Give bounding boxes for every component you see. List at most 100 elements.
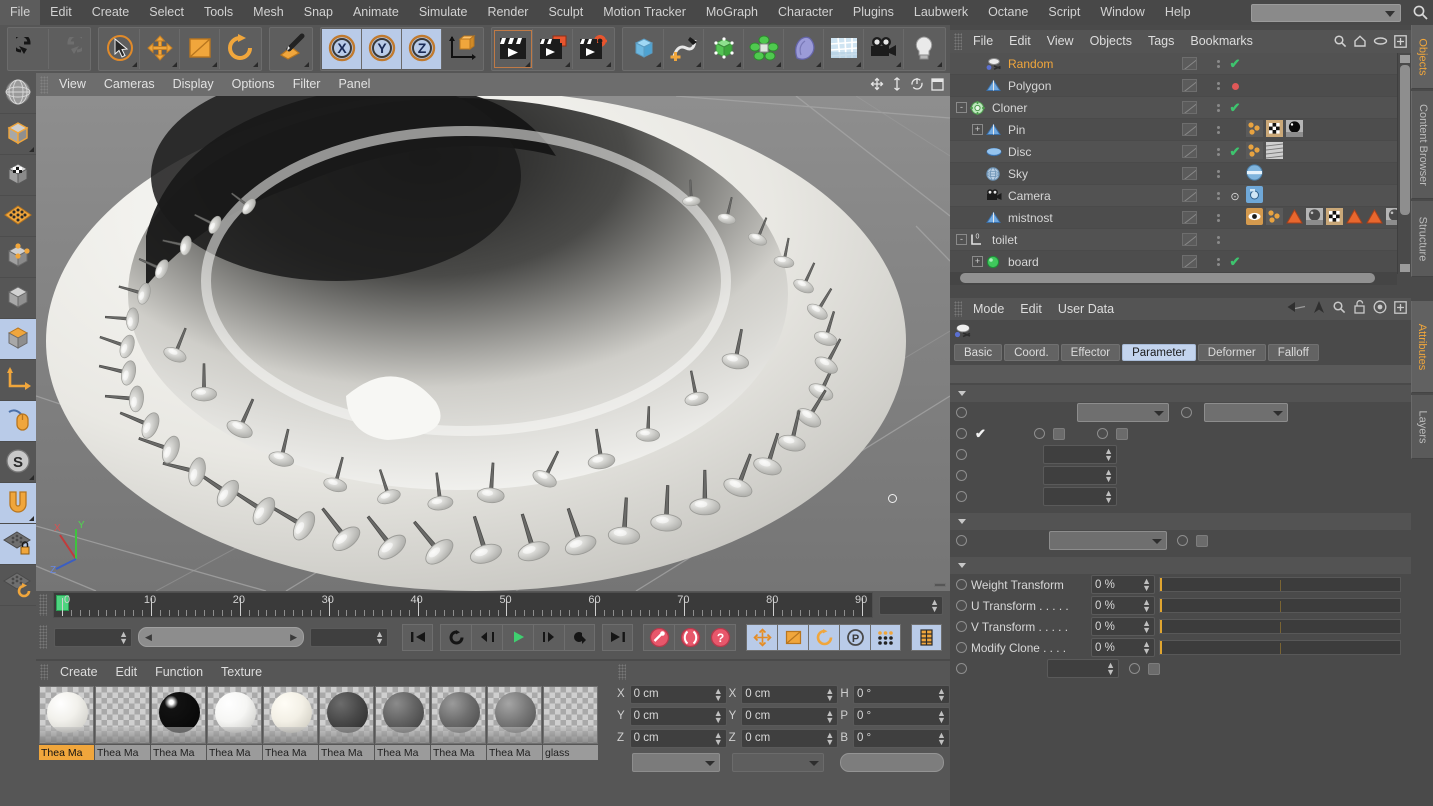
scroll-down-arrow-icon[interactable] <box>1400 264 1410 272</box>
move-tool[interactable] <box>140 29 180 69</box>
tag-eye-icon[interactable] <box>1246 207 1263 228</box>
size-field[interactable]: 0 cm ▲ ▼ <box>741 728 839 748</box>
target-icon[interactable]: ⊙ <box>1230 191 1239 203</box>
object-state[interactable]: ⊙ <box>1226 189 1244 203</box>
slider-value-field[interactable]: 0 % ▲ ▼ <box>1091 638 1155 657</box>
material-preview[interactable] <box>263 686 318 744</box>
dot-render[interactable] <box>1216 130 1220 134</box>
dot-render[interactable] <box>1216 174 1220 178</box>
object-name[interactable]: toilet <box>992 233 1017 247</box>
range-right-arrow-icon[interactable]: ▶ <box>290 632 297 643</box>
visibility-dots[interactable] <box>1212 124 1224 136</box>
dot-editor[interactable] <box>1216 213 1220 217</box>
transform-group-header[interactable] <box>950 385 1411 402</box>
visibility-dots[interactable] <box>1212 58 1224 70</box>
tag-camera-tag-icon[interactable] <box>1246 185 1263 206</box>
expand-corner-icon[interactable] <box>656 62 661 67</box>
axis-modify-button[interactable] <box>0 360 36 401</box>
link-icon[interactable] <box>1373 35 1388 50</box>
slider-value-field[interactable]: 0 % ▲ ▼ <box>1091 575 1155 594</box>
visibility-dots[interactable] <box>1212 256 1224 268</box>
tag-tri-icon[interactable] <box>1366 208 1383 228</box>
slider-track[interactable] <box>1159 577 1401 592</box>
range-left-arrow-icon[interactable]: ◀ <box>145 632 152 643</box>
visibility-column[interactable] <box>1182 123 1208 136</box>
tag-orange-dots-icon[interactable] <box>1266 207 1283 228</box>
scale-checkbox[interactable] <box>1052 427 1065 440</box>
slider-track[interactable] <box>1159 598 1401 613</box>
object-menu-file[interactable]: File <box>965 30 1001 53</box>
menu-render[interactable]: Render <box>477 0 538 25</box>
render-settings-button[interactable] <box>573 29 613 69</box>
layout-dropdown[interactable] <box>1250 3 1401 22</box>
viewport-menu-options[interactable]: Options <box>223 73 284 96</box>
stepper-icon[interactable]: ▲ ▼ <box>937 686 946 702</box>
menu-plugins[interactable]: Plugins <box>843 0 904 25</box>
position-x-field[interactable]: ▲ ▼ <box>1043 445 1117 464</box>
material-name[interactable]: glass <box>543 745 598 760</box>
color-mode-dropdown[interactable] <box>1049 531 1167 550</box>
timeline-window-button[interactable] <box>911 623 942 651</box>
dot-editor[interactable] <box>1216 147 1220 151</box>
scale-key-button[interactable] <box>777 623 808 651</box>
stepper-icon[interactable]: ▲ ▼ <box>1104 447 1113 463</box>
stepper-icon[interactable]: ▲ ▼ <box>1142 619 1151 635</box>
position-radio[interactable] <box>956 428 967 439</box>
enable-snap-button[interactable] <box>0 401 36 442</box>
rotation-key-button[interactable] <box>808 623 839 651</box>
rotation-field[interactable]: 0 ° ▲ ▼ <box>852 684 950 704</box>
polygons-mode-button[interactable] <box>0 278 36 319</box>
maximize-icon[interactable] <box>931 77 944 94</box>
other-group-header[interactable] <box>950 557 1411 574</box>
tag-sphere-icon[interactable] <box>1386 207 1397 228</box>
nurbs-button[interactable] <box>704 29 744 69</box>
visibility-column[interactable] <box>1182 189 1208 202</box>
transform-space-dropdown[interactable] <box>1204 403 1288 422</box>
slider-track[interactable] <box>1159 640 1401 655</box>
start-frame-field[interactable]: ▲ ▼ <box>54 627 132 647</box>
visibility-dots[interactable] <box>1212 102 1224 114</box>
material-preview[interactable] <box>543 686 598 744</box>
rotate-tool[interactable] <box>220 29 260 69</box>
menu-laubwerk[interactable]: Laubwerk <box>904 0 978 25</box>
rotation-field[interactable]: 0 ° ▲ ▼ <box>852 706 950 726</box>
preview-range-bar[interactable]: ◀ ▶ <box>138 627 304 647</box>
expand-corner-icon[interactable] <box>696 62 701 67</box>
dot-editor[interactable] <box>1216 257 1220 261</box>
visibility-dots[interactable] <box>1212 234 1224 246</box>
go-to-start-button[interactable] <box>402 623 433 651</box>
menu-file[interactable]: File <box>0 0 41 25</box>
tag-sphere-icon[interactable] <box>1306 207 1323 228</box>
vscroll-thumb[interactable] <box>1400 65 1410 215</box>
size-field[interactable]: 0 cm ▲ ▼ <box>741 706 839 726</box>
menu-edit[interactable]: Edit <box>40 0 82 25</box>
expand-corner-icon[interactable] <box>856 62 861 67</box>
position-x-radio[interactable] <box>956 449 967 460</box>
timeline-grip[interactable] <box>39 594 47 616</box>
stepper-icon[interactable]: ▲ ▼ <box>714 708 723 724</box>
undo-button[interactable] <box>9 29 49 69</box>
model-mode-button[interactable] <box>0 114 36 155</box>
stepper-icon[interactable]: ▲ ▼ <box>1106 661 1115 677</box>
loop-button[interactable] <box>440 623 471 651</box>
autokeying-button[interactable] <box>674 623 705 651</box>
stepper-icon[interactable]: ▲ ▼ <box>825 686 834 702</box>
attribute-menu-edit[interactable]: Edit <box>1012 298 1050 320</box>
timeline-ruler[interactable]: 0 10 20 30 40 50 60 70 80 90 <box>53 592 873 618</box>
object-row[interactable]: - 0 toilet <box>950 229 1397 251</box>
size-field[interactable]: 0 cm ▲ ▼ <box>741 684 839 704</box>
primitive-cube-button[interactable] <box>624 29 664 69</box>
dot-render[interactable] <box>1216 240 1220 244</box>
expand-corner-icon[interactable] <box>172 62 177 67</box>
object-state[interactable]: ✔ <box>1226 144 1244 160</box>
attribute-menu-user-data[interactable]: User Data <box>1050 298 1122 320</box>
material-item[interactable]: Thea Ma <box>263 686 318 760</box>
object-name[interactable]: Cloner <box>992 101 1027 115</box>
render-view-button[interactable] <box>493 29 533 69</box>
dot-editor[interactable] <box>1216 81 1220 85</box>
visibility-column[interactable] <box>1182 255 1208 268</box>
stepper-icon[interactable]: ▲ ▼ <box>930 597 939 613</box>
slider-radio[interactable] <box>956 579 967 590</box>
dot-render[interactable] <box>1216 152 1220 156</box>
object-row[interactable]: - Cloner ✔ <box>950 97 1397 119</box>
